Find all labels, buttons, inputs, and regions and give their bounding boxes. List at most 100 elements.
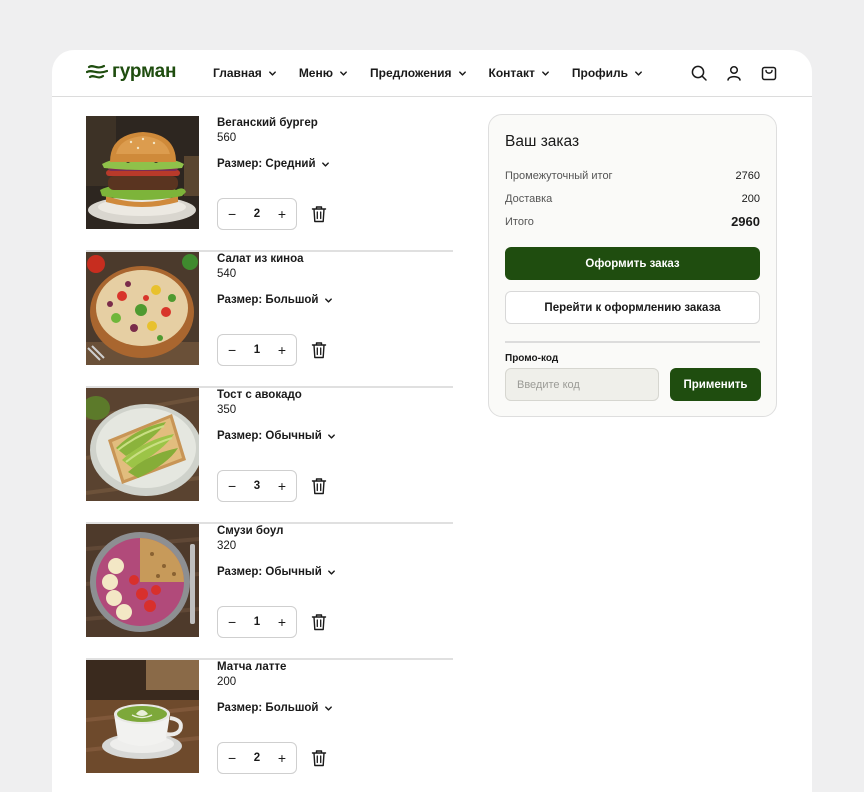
size-label: Размер: Большой bbox=[217, 294, 319, 306]
chevron-down-icon bbox=[635, 70, 642, 76]
quantity-value: 2 bbox=[253, 208, 261, 220]
logo-icon bbox=[86, 64, 108, 79]
item-price: 540 bbox=[217, 268, 237, 280]
divider bbox=[505, 341, 760, 343]
delivery-row: Доставка 200 bbox=[505, 193, 760, 205]
nav-item-label: Профиль bbox=[571, 66, 629, 80]
user-icon[interactable] bbox=[725, 64, 743, 82]
logo[interactable]: гурман bbox=[86, 61, 176, 83]
subtotal-value: 2760 bbox=[735, 170, 760, 182]
chevron-down-icon bbox=[340, 70, 347, 76]
trash-icon[interactable] bbox=[311, 205, 327, 223]
item-name: Салат из киноа bbox=[217, 253, 304, 265]
nav-item-label: Главная bbox=[213, 66, 262, 80]
apply-promo-button[interactable]: Применить bbox=[670, 368, 761, 401]
burger-picture bbox=[86, 116, 199, 229]
cart-items-list: Веганский бургер 560 Размер: Средний − 2… bbox=[86, 116, 453, 792]
size-label: Размер: Обычный bbox=[217, 566, 322, 578]
quantity-stepper: − 3 + bbox=[217, 470, 297, 502]
quantity-stepper: − 1 + bbox=[217, 334, 297, 366]
logo-text: гурман bbox=[112, 61, 177, 82]
trash-icon[interactable] bbox=[311, 749, 327, 767]
cart-item: Салат из киноа 540 Размер: Большой − 1 + bbox=[86, 252, 453, 388]
item-name: Матча латте bbox=[217, 661, 287, 673]
search-icon[interactable] bbox=[690, 64, 708, 82]
top-header: гурман Главная Меню Предложения Контакт … bbox=[52, 50, 812, 97]
item-price: 560 bbox=[217, 132, 237, 144]
chevron-down-icon bbox=[541, 70, 549, 76]
promo-code-input[interactable] bbox=[505, 368, 659, 401]
chevron-down-icon bbox=[327, 433, 335, 439]
cart-page: гурман Главная Меню Предложения Контакт … bbox=[52, 50, 812, 792]
matcha-latte-image bbox=[86, 660, 199, 773]
trash-icon[interactable] bbox=[311, 613, 327, 631]
increase-button[interactable]: + bbox=[278, 479, 286, 493]
size-label: Размер: Большой bbox=[217, 702, 319, 714]
promo-label: Промо-код bbox=[505, 353, 559, 364]
salad-picture bbox=[86, 252, 199, 365]
avocado-toast-picture bbox=[86, 388, 199, 501]
quantity-value: 1 bbox=[253, 616, 261, 628]
cart-item: Тост с авокадо 350 Размер: Обычный − 3 + bbox=[86, 388, 453, 524]
decrease-button[interactable]: − bbox=[228, 479, 236, 493]
item-name: Веганский бургер bbox=[217, 117, 318, 129]
nav-item-offers[interactable]: Предложения bbox=[370, 66, 467, 80]
subtotal-label: Промежуточный итог bbox=[505, 170, 613, 182]
quantity-value: 3 bbox=[253, 480, 261, 492]
nav-item-contact[interactable]: Контакт bbox=[489, 66, 550, 80]
cart-item: Матча латте 200 Размер: Большой − 2 + bbox=[86, 660, 453, 792]
increase-button[interactable]: + bbox=[278, 615, 286, 629]
delivery-label: Доставка bbox=[505, 193, 553, 205]
avocado-toast-image bbox=[86, 388, 199, 501]
increase-button[interactable]: + bbox=[278, 207, 286, 221]
place-order-button[interactable]: Оформить заказ bbox=[505, 247, 760, 280]
size-select[interactable]: Размер: Большой bbox=[217, 294, 333, 306]
size-select[interactable]: Размер: Большой bbox=[217, 702, 333, 714]
increase-button[interactable]: + bbox=[278, 751, 286, 765]
total-label: Итого bbox=[505, 215, 534, 228]
cart-item: Смузи боул 320 Размер: Обычный − 1 + bbox=[86, 524, 453, 660]
decrease-button[interactable]: − bbox=[228, 343, 236, 357]
trash-icon[interactable] bbox=[311, 341, 327, 359]
total-value: 2960 bbox=[731, 214, 760, 229]
smoothie-bowl-picture bbox=[86, 524, 199, 637]
smoothie-bowl-image bbox=[86, 524, 199, 637]
order-summary: Ваш заказ Промежуточный итог 2760 Достав… bbox=[488, 114, 777, 417]
size-label: Размер: Обычный bbox=[217, 430, 322, 442]
decrease-button[interactable]: − bbox=[228, 751, 236, 765]
size-select[interactable]: Размер: Обычный bbox=[217, 566, 336, 578]
summary-title: Ваш заказ bbox=[505, 133, 580, 150]
chevron-down-icon bbox=[324, 705, 332, 711]
increase-button[interactable]: + bbox=[278, 343, 286, 357]
size-select[interactable]: Размер: Средний bbox=[217, 158, 330, 170]
item-price: 350 bbox=[217, 404, 237, 416]
matcha-latte-picture bbox=[86, 660, 199, 773]
delivery-value: 200 bbox=[741, 193, 760, 205]
quantity-stepper: − 2 + bbox=[217, 742, 297, 774]
chevron-down-icon bbox=[327, 569, 335, 575]
nav-item-label: Контакт bbox=[488, 66, 535, 80]
item-price: 200 bbox=[217, 676, 237, 688]
decrease-button[interactable]: − bbox=[228, 207, 236, 221]
chevron-down-icon bbox=[458, 70, 466, 76]
nav-item-menu[interactable]: Меню bbox=[299, 66, 348, 80]
chevron-down-icon bbox=[324, 297, 332, 303]
chevron-down-icon bbox=[268, 70, 276, 76]
trash-icon[interactable] bbox=[311, 477, 327, 495]
checkout-button[interactable]: Перейти к оформлению заказа bbox=[505, 291, 760, 324]
nav-item-label: Меню bbox=[298, 66, 333, 80]
nav-item-label: Предложения bbox=[369, 66, 452, 80]
nav-item-profile[interactable]: Профиль bbox=[572, 66, 643, 80]
cart-item: Веганский бургер 560 Размер: Средний − 2… bbox=[86, 116, 453, 252]
quantity-stepper: − 2 + bbox=[217, 198, 297, 230]
salad-image bbox=[86, 252, 199, 365]
cart-icon[interactable] bbox=[760, 64, 778, 82]
size-select[interactable]: Размер: Обычный bbox=[217, 430, 336, 442]
subtotal-row: Промежуточный итог 2760 bbox=[505, 170, 760, 182]
quantity-stepper: − 1 + bbox=[217, 606, 297, 638]
nav-item-home[interactable]: Главная bbox=[213, 66, 277, 80]
burger-image bbox=[86, 116, 199, 229]
main-nav: Главная Меню Предложения Контакт Профиль bbox=[213, 66, 665, 80]
quantity-value: 1 bbox=[253, 344, 261, 356]
decrease-button[interactable]: − bbox=[228, 615, 236, 629]
